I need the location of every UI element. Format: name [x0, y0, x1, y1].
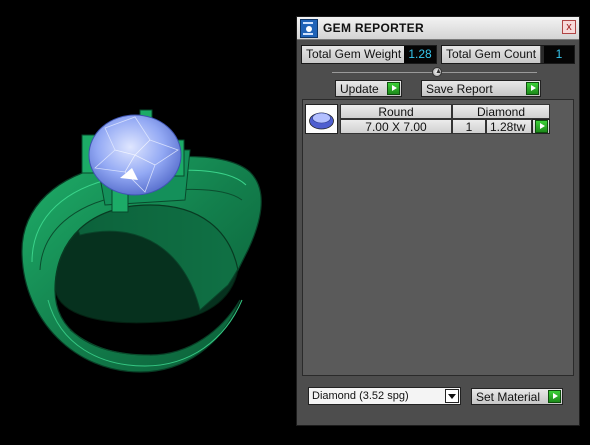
set-material-button-label: Set Material	[476, 390, 541, 404]
total-gem-count-field: Total Gem Count 1	[441, 45, 575, 64]
divider-handle[interactable]: ▲	[432, 67, 442, 77]
total-gem-count-label: Total Gem Count	[442, 46, 542, 63]
set-material-button[interactable]: Set Material	[471, 388, 563, 405]
panel-title: GEM REPORTER	[323, 21, 424, 35]
save-report-button[interactable]: Save Report	[421, 80, 541, 97]
gem-count-cell: 1	[452, 119, 486, 134]
gem-weight-cell: 1.28tw	[486, 119, 532, 134]
total-gem-weight-field: Total Gem Weight 1.28	[301, 45, 437, 64]
gem-shape-header: Round	[340, 104, 452, 119]
panel-titlebar[interactable]: GEM REPORTER x	[297, 17, 579, 40]
gem-list[interactable]: Round Diamond 7.00 X 7.00 1 1.28tw	[302, 99, 574, 376]
play-arrow-icon	[548, 390, 561, 403]
close-icon[interactable]: x	[562, 20, 576, 34]
gem-material-header: Diamond	[452, 104, 550, 119]
gem-row-action-button[interactable]	[532, 119, 550, 134]
material-select-value: Diamond (3.52 spg)	[312, 390, 409, 402]
update-button[interactable]: Update	[335, 80, 402, 97]
chevron-down-icon[interactable]	[445, 389, 459, 403]
gem-row[interactable]: Round Diamond 7.00 X 7.00 1 1.28tw	[305, 104, 571, 138]
play-arrow-icon	[535, 120, 548, 133]
play-arrow-icon	[526, 82, 539, 95]
total-gem-weight-value: 1.28	[404, 46, 436, 63]
material-select[interactable]: Diamond (3.52 spg)	[308, 387, 461, 405]
update-button-label: Update	[340, 82, 379, 96]
gem-size-cell: 7.00 X 7.00	[340, 119, 452, 134]
ring-model	[21, 109, 262, 373]
gem-reporter-panel: GEM REPORTER x Total Gem Weight 1.28 Tot…	[296, 16, 580, 426]
round-gem-icon[interactable]	[305, 104, 338, 134]
total-gem-count-value: 1	[544, 46, 574, 63]
gem-reporter-app-icon	[300, 19, 318, 38]
play-arrow-icon	[387, 82, 400, 95]
save-report-button-label: Save Report	[426, 82, 493, 96]
total-gem-weight-label: Total Gem Weight	[302, 46, 407, 63]
3d-viewport[interactable]	[0, 0, 295, 440]
